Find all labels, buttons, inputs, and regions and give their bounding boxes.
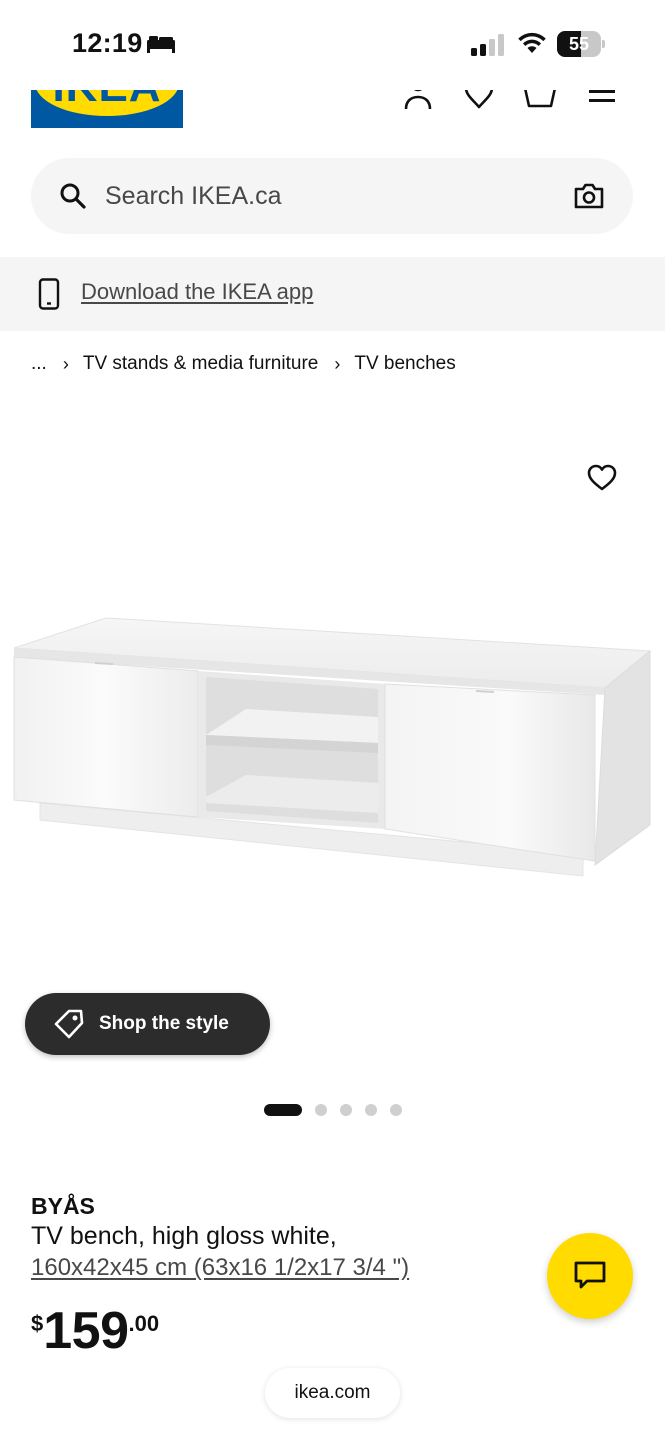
search-icon xyxy=(60,183,86,209)
shop-the-style-button[interactable]: Shop the style xyxy=(25,993,270,1055)
pagination-dot[interactable] xyxy=(365,1104,377,1116)
price-decimal: .00 xyxy=(128,1311,160,1336)
breadcrumb-ellipsis[interactable]: ... xyxy=(31,353,47,375)
search-input[interactable] xyxy=(105,158,545,234)
price-currency: $ xyxy=(31,1311,44,1336)
status-time: 12:19 xyxy=(72,28,143,58)
pagination-dot[interactable] xyxy=(390,1104,402,1116)
chat-button[interactable] xyxy=(547,1233,633,1319)
product-dimensions-link[interactable]: 160x42x45 cm (63x16 1/2x17 3/4 ") xyxy=(31,1254,409,1282)
pagination-dot[interactable] xyxy=(264,1104,302,1116)
breadcrumb-tv-stands[interactable]: TV stands & media furniture xyxy=(83,353,319,375)
tag-icon xyxy=(53,1008,85,1040)
pagination-dot[interactable] xyxy=(315,1104,327,1116)
chevron-right-icon: › xyxy=(334,353,341,374)
browser-url-bar[interactable]: ikea.com xyxy=(265,1368,400,1418)
battery-percent: 55 xyxy=(568,34,590,54)
breadcrumb: ... › TV stands & media furniture › TV b… xyxy=(31,352,456,376)
breadcrumb-tv-benches[interactable]: TV benches xyxy=(354,353,455,375)
chevron-right-icon: › xyxy=(62,353,69,374)
image-pagination xyxy=(264,1103,415,1117)
chat-icon xyxy=(574,1261,606,1289)
search-bar[interactable] xyxy=(31,158,633,234)
product-name: BYÅS xyxy=(31,1193,95,1219)
add-to-favorites-button[interactable] xyxy=(582,458,622,498)
camera-icon[interactable] xyxy=(574,182,604,210)
wifi-icon xyxy=(518,32,546,53)
product-image[interactable] xyxy=(0,395,665,1085)
heart-icon xyxy=(587,464,617,491)
app-download-banner: Download the IKEA app xyxy=(0,257,665,331)
status-bar: 12:19 55 xyxy=(0,0,665,90)
shop-the-style-label: Shop the style xyxy=(99,1013,229,1034)
battery-indicator: 55 xyxy=(557,31,605,57)
cellular-signal-icon xyxy=(471,34,504,56)
product-description: TV bench, high gloss white, xyxy=(31,1222,337,1250)
product-price: $ 159 .00 xyxy=(31,1305,159,1365)
price-whole: 159 xyxy=(43,1302,129,1360)
pagination-dot[interactable] xyxy=(340,1104,352,1116)
smartphone-icon xyxy=(38,278,60,310)
download-app-link[interactable]: Download the IKEA app xyxy=(81,279,313,305)
bed-icon xyxy=(147,36,175,53)
